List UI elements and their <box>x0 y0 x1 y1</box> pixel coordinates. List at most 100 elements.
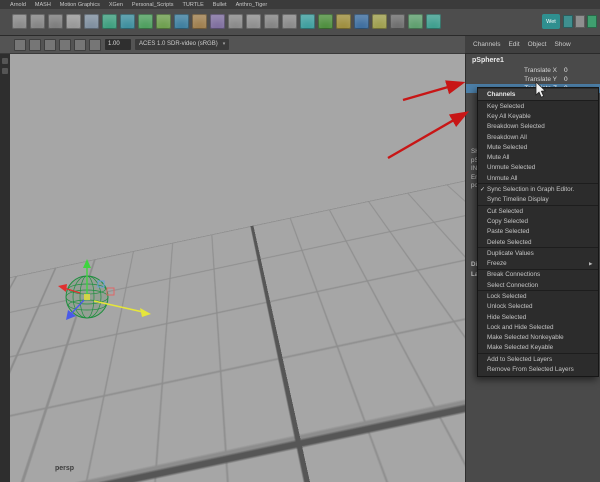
channel-box-dock-icon[interactable] <box>587 15 597 28</box>
menubar-item[interactable]: Motion Graphics <box>60 2 100 8</box>
lighting-icon[interactable] <box>14 39 26 51</box>
cylinder-primitive-icon[interactable] <box>138 14 153 29</box>
ep-curve-icon[interactable] <box>246 14 261 29</box>
center-handle[interactable] <box>84 294 90 300</box>
menubar-item[interactable]: Bullet <box>213 2 227 8</box>
y-axis-arrowhead[interactable] <box>83 259 91 268</box>
smooth-mesh-icon[interactable] <box>210 14 225 29</box>
menubar-item[interactable]: TURTLE <box>183 2 204 8</box>
menubar-item[interactable]: Personal_Scripts <box>132 2 174 8</box>
menubar-item[interactable]: Anthro_Tiger <box>236 2 268 8</box>
context-menu-item[interactable]: Hide Selected <box>478 312 598 322</box>
context-menu-item[interactable]: Unmute Selected <box>478 163 598 173</box>
render-view-icon[interactable] <box>300 14 315 29</box>
strip-icon[interactable] <box>2 58 8 64</box>
textured-mode-icon[interactable] <box>44 39 56 51</box>
context-menu-item[interactable]: Paste Selected <box>478 227 598 237</box>
context-menu-item[interactable]: Breakdown All <box>478 132 598 142</box>
shading-icon[interactable] <box>29 39 41 51</box>
Translate Y[interactable]: Translate Y 0 <box>466 75 600 84</box>
menubar-item[interactable]: XGen <box>109 2 123 8</box>
context-menu-item[interactable]: Unlock Selected <box>478 302 598 312</box>
snap-grid-icon[interactable] <box>282 14 297 29</box>
context-menu-item[interactable]: Select Connection <box>478 280 598 290</box>
context-menu-item[interactable]: Copy Selected <box>478 216 598 226</box>
strip-icon[interactable] <box>2 68 8 74</box>
attribute-value-field[interactable]: 0 <box>562 75 600 84</box>
shelf-item-wet[interactable]: Wet <box>542 14 560 29</box>
channel-box-menu-item[interactable]: Object <box>528 41 547 48</box>
cube-primitive-icon[interactable] <box>120 14 135 29</box>
context-menu-item[interactable]: Lock and Hide Selected <box>478 322 598 332</box>
attribute-editor-dock-icon[interactable] <box>563 15 573 28</box>
perspective-viewport[interactable]: persp <box>10 54 465 482</box>
select-tool-icon[interactable] <box>12 14 27 29</box>
light-icon[interactable] <box>372 14 387 29</box>
wireframe-on-shaded-icon[interactable] <box>59 39 71 51</box>
context-menu-item[interactable]: Make Selected Keyable <box>478 343 598 353</box>
checkmark-icon <box>478 186 487 193</box>
context-menu-item[interactable]: Duplicate Values <box>478 247 598 258</box>
tool-settings-dock-icon[interactable] <box>575 15 585 28</box>
render-settings-icon[interactable] <box>336 14 351 29</box>
channel-box-menu-item[interactable]: Edit <box>508 41 519 48</box>
nparticle-icon[interactable] <box>426 14 441 29</box>
viewport-toolbar-icons <box>14 39 101 51</box>
lasso-select-icon[interactable] <box>30 14 45 29</box>
context-menu-item[interactable]: Unmute All <box>478 173 598 183</box>
context-menu-item[interactable]: Lock Selected <box>478 290 598 301</box>
context-menu-item[interactable]: Key Selected <box>478 101 598 111</box>
context-menu-item-label: Remove From Selected Layers <box>487 366 589 373</box>
context-menu-item[interactable]: Mute All <box>478 152 598 162</box>
context-menu-item[interactable]: Mute Selected <box>478 142 598 152</box>
context-menu-item[interactable]: Break Connections <box>478 269 598 280</box>
context-menu-item[interactable]: Cut Selected <box>478 205 598 216</box>
context-menu-item[interactable]: Breakdown Selected <box>478 122 598 132</box>
poly-tool-icon[interactable] <box>192 14 207 29</box>
x-axis-arrowhead[interactable] <box>140 308 151 317</box>
Translate X[interactable]: Translate X 0 <box>466 66 600 75</box>
context-menu-item[interactable]: Add to Selected Layers <box>478 353 598 364</box>
ipr-render-icon[interactable] <box>318 14 333 29</box>
context-menu-item[interactable]: Channels <box>478 89 598 101</box>
torus-primitive-icon[interactable] <box>174 14 189 29</box>
exposure-field[interactable]: 1.00 <box>105 39 131 50</box>
channel-box-menu-item[interactable]: Show <box>554 41 570 48</box>
menubar-item[interactable]: MASH <box>35 2 51 8</box>
channels-context-menu: Channels Key Selected Key All Keyable Br… <box>477 87 599 377</box>
context-menu-item-label: Make Selected Nonkeyable <box>487 334 589 341</box>
context-menu-item[interactable]: Delete Selected <box>478 237 598 247</box>
context-menu-item-label: Make Selected Keyable <box>487 344 589 351</box>
hypershade-icon[interactable] <box>354 14 369 29</box>
plane-primitive-icon[interactable] <box>156 14 171 29</box>
context-menu-item[interactable]: Key All Keyable <box>478 111 598 121</box>
channel-box-menubar: Channels Edit Object Show <box>465 36 600 54</box>
object-name[interactable]: pSphere1 <box>466 54 600 66</box>
context-menu-item-label: Lock Selected <box>487 293 589 300</box>
context-menu-item-label: Paste Selected <box>487 228 589 235</box>
context-menu-item[interactable]: Sync Timeline Display <box>478 195 598 205</box>
attribute-value-field[interactable]: 0 <box>562 66 600 75</box>
sphere-primitive-icon[interactable] <box>102 14 117 29</box>
context-menu-item[interactable]: Freeze <box>478 258 598 268</box>
channel-box-menu-item[interactable]: Channels <box>473 41 500 48</box>
menubar-item[interactable]: Arnold <box>10 2 26 8</box>
xray-icon[interactable] <box>74 39 86 51</box>
colorspace-label: ACES 1.0 SDR-video (sRGB) <box>139 39 218 50</box>
shelf-icon-row <box>12 14 441 29</box>
curves-shelf-icon[interactable] <box>84 14 99 29</box>
paint-select-icon[interactable] <box>48 14 63 29</box>
move-tool-icon[interactable] <box>66 14 81 29</box>
context-menu-item-label: Freeze <box>487 260 589 267</box>
isolate-select-icon[interactable] <box>89 39 101 51</box>
measure-tool-icon[interactable] <box>264 14 279 29</box>
camera-icon[interactable] <box>390 14 405 29</box>
context-menu-item[interactable]: Remove From Selected Layers <box>478 364 598 374</box>
paint-effects-icon[interactable] <box>408 14 423 29</box>
pencil-curve-icon[interactable] <box>228 14 243 29</box>
colorspace-dropdown[interactable]: ACES 1.0 SDR-video (sRGB) ▾ <box>135 39 229 50</box>
context-menu-item-label: Breakdown All <box>487 134 589 141</box>
context-menu-item[interactable]: Make Selected Nonkeyable <box>478 333 598 343</box>
context-menu-item[interactable]: Sync Selection in Graph Editor. <box>478 183 598 194</box>
red-arrowhead[interactable] <box>58 284 67 292</box>
